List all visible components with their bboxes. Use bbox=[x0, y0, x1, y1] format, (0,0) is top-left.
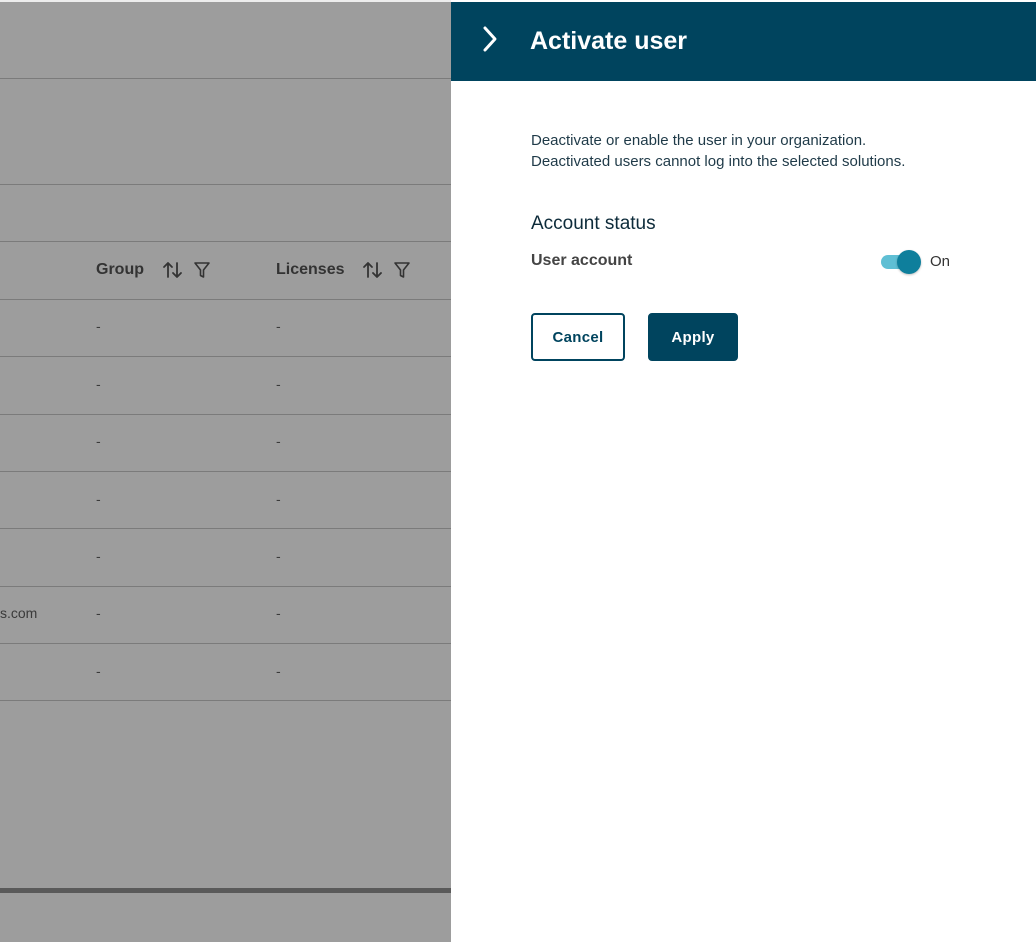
panel-description: Deactivate or enable the user in your or… bbox=[531, 130, 991, 172]
column-header-group: Group bbox=[96, 258, 222, 282]
cell-group: - bbox=[96, 433, 101, 449]
cell-licenses: - bbox=[276, 548, 281, 564]
divider bbox=[0, 299, 451, 300]
panel-header: Activate user bbox=[451, 2, 1036, 81]
toggle-knob bbox=[897, 250, 921, 274]
filter-icon[interactable] bbox=[392, 260, 414, 280]
divider bbox=[0, 586, 451, 587]
panel-title: Activate user bbox=[530, 27, 688, 55]
cell-licenses: - bbox=[276, 663, 281, 679]
column-header-label: Licenses bbox=[276, 261, 345, 278]
page: Group Licenses - - - - - - - - - - s.com… bbox=[0, 0, 1036, 942]
divider bbox=[0, 241, 451, 242]
cell-group: - bbox=[96, 548, 101, 564]
divider bbox=[0, 356, 451, 357]
divider bbox=[0, 78, 451, 79]
divider bbox=[0, 643, 451, 644]
chevron-right-icon bbox=[481, 25, 499, 58]
cell-email: s.com bbox=[0, 605, 38, 621]
cell-group: - bbox=[96, 663, 101, 679]
cell-licenses: - bbox=[276, 605, 281, 621]
divider bbox=[0, 414, 451, 415]
cell-licenses: - bbox=[276, 433, 281, 449]
toggle-state-label: On bbox=[930, 253, 951, 270]
cell-licenses: - bbox=[276, 376, 281, 392]
section-title: Account status bbox=[531, 213, 656, 234]
sort-icon[interactable] bbox=[362, 260, 384, 280]
cell-group: - bbox=[96, 605, 101, 621]
description-line: Deactivate or enable the user in your or… bbox=[531, 132, 867, 149]
cell-licenses: - bbox=[276, 491, 281, 507]
divider bbox=[0, 471, 451, 472]
divider bbox=[0, 528, 451, 529]
user-account-toggle[interactable] bbox=[880, 249, 924, 275]
collapse-panel-button[interactable] bbox=[477, 26, 503, 56]
users-table-overlay: Group Licenses - - - - - - - - - - s.com… bbox=[0, 0, 451, 942]
description-line: Deactivated users cannot log into the se… bbox=[531, 153, 906, 170]
sort-icon[interactable] bbox=[162, 260, 184, 280]
column-header-label: Group bbox=[96, 261, 144, 278]
user-account-label: User account bbox=[531, 252, 633, 269]
cancel-button[interactable]: Cancel bbox=[531, 313, 625, 361]
table-footer bbox=[0, 893, 451, 942]
column-header-licenses: Licenses bbox=[276, 258, 422, 282]
apply-button[interactable]: Apply bbox=[648, 313, 738, 361]
divider bbox=[0, 700, 451, 701]
top-divider bbox=[0, 0, 451, 2]
divider bbox=[0, 184, 451, 185]
activate-user-panel: Activate user Deactivate or enable the u… bbox=[451, 0, 1036, 942]
cell-group: - bbox=[96, 318, 101, 334]
cell-group: - bbox=[96, 491, 101, 507]
cell-licenses: - bbox=[276, 318, 281, 334]
filter-icon[interactable] bbox=[192, 260, 214, 280]
cell-group: - bbox=[96, 376, 101, 392]
